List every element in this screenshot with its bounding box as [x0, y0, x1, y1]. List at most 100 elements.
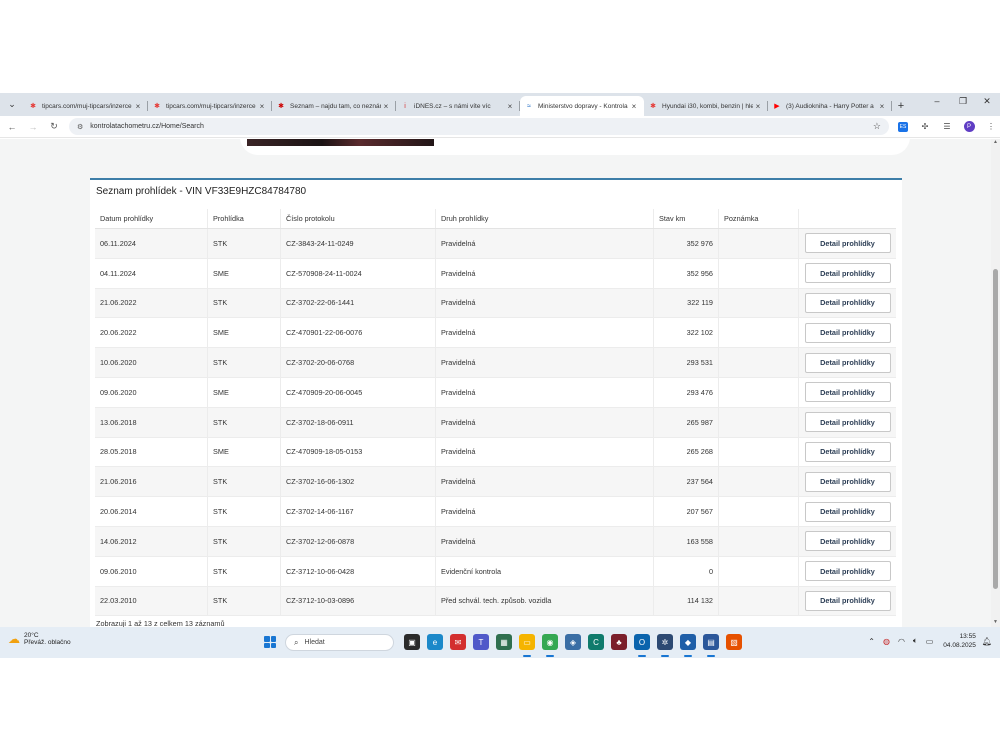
app-9-icon[interactable]: C	[588, 634, 604, 650]
minimize-icon[interactable]: –	[930, 96, 944, 106]
note	[719, 258, 799, 288]
table-row: 21.06.2022 STK CZ-3702-22-06-1441 Pravideln…	[95, 288, 896, 319]
explorer-app-icon[interactable]: ▭	[519, 634, 535, 650]
browser-tab[interactable]: ✱ tipcars.com/muj-tipcars/inzerce ×	[24, 96, 148, 116]
site-info-icon[interactable]: ⚙	[77, 123, 83, 131]
scroll-up-icon[interactable]: ▲	[991, 139, 1000, 147]
detail-cell: Detail prohlídky	[799, 229, 896, 258]
outlook-app-icon[interactable]: O	[634, 634, 650, 650]
browser-tab[interactable]: ✱ Seznam – najdu tam, co neznám ×	[272, 96, 396, 116]
detail-cell: Detail prohlídky	[799, 467, 896, 496]
close-window-icon[interactable]: ✕	[980, 96, 994, 107]
app-12-icon[interactable]: ✲	[657, 634, 673, 650]
odometer-km: 322 102	[654, 318, 719, 348]
detail-cell: Detail prohlídky	[799, 289, 896, 318]
column-header[interactable]: Stav km	[654, 209, 719, 228]
column-header[interactable]: Datum prohlídky	[95, 209, 208, 228]
detail-inspection-button[interactable]: Detail prohlídky	[804, 501, 891, 522]
detail-inspection-button[interactable]: Detail prohlídky	[804, 531, 891, 552]
inspection-date: 20.06.2022	[95, 318, 208, 348]
browser-menu-icon[interactable]: ⋮	[983, 119, 999, 135]
app-10-icon[interactable]: ♣	[611, 634, 627, 650]
detail-inspection-button[interactable]: Detail prohlídky	[804, 263, 891, 284]
tabs-container: ✱ tipcars.com/muj-tipcars/inzerce × ✱ tipcar…	[24, 96, 892, 116]
app-13-icon[interactable]: ◆	[680, 634, 696, 650]
browser-tab[interactable]: ✱ tipcars.com/muj-tipcars/inzerce ×	[148, 96, 272, 116]
bookmark-star-icon[interactable]: ☆	[873, 121, 881, 132]
detail-inspection-button[interactable]: Detail prohlídky	[804, 471, 891, 492]
column-header[interactable]: Poznámka	[719, 209, 799, 228]
browser-tab[interactable]: ▶ (3) Audiokniha - Harry Potter a ×	[768, 96, 892, 116]
inspection-kind: Pravidelná	[436, 407, 654, 437]
speaker-icon[interactable]: 🔈︎	[913, 636, 918, 646]
restore-icon[interactable]: ❐	[956, 96, 970, 107]
table-row: 28.05.2018 SME CZ-470909-18-05-0153 Pravide…	[95, 437, 896, 468]
detail-inspection-button[interactable]: Detail prohlídky	[804, 233, 891, 254]
protocol-number: CZ-470901-22-06-0076	[281, 318, 436, 348]
teams-app-icon[interactable]: T	[473, 634, 489, 650]
browser-tab[interactable]: i iDNES.cz – s námi víte víc ×	[396, 96, 520, 116]
detail-inspection-button[interactable]: Detail prohlídky	[804, 590, 891, 611]
protocol-number: CZ-3702-14-06-1167	[281, 497, 436, 526]
table-body: 06.11.2024 STK CZ-3843-24-11-0249 Pravideln…	[95, 229, 896, 617]
clock[interactable]: 13:55 04.08.2025	[943, 632, 976, 650]
column-header[interactable]: Druh prohlídky	[436, 209, 654, 228]
scroll-down-icon[interactable]: ▼	[991, 619, 1000, 627]
scrollbar-thumb[interactable]	[993, 269, 998, 589]
profile-button[interactable]: P	[961, 119, 977, 135]
column-header[interactable]	[799, 209, 896, 228]
new-tab-button[interactable]: +	[892, 96, 910, 116]
tab-search-icon[interactable]: ⌄	[2, 94, 22, 114]
note	[719, 377, 799, 407]
chrome-app-icon[interactable]: ◉	[542, 634, 558, 650]
weather-widget[interactable]: ☁ 20°C Převáž. oblačno	[8, 632, 71, 646]
table-row: 10.06.2020 STK CZ-3702-20-06-0768 Pravideln…	[95, 348, 896, 378]
app-8-icon[interactable]: ◈	[565, 634, 581, 650]
page-scrollbar[interactable]: ▲ ▼	[991, 139, 1000, 627]
table-row: 09.06.2020 SME CZ-470909-20-06-0045 Pravide…	[95, 377, 896, 408]
detail-inspection-button[interactable]: Detail prohlídky	[804, 292, 891, 313]
detail-inspection-button[interactable]: Detail prohlídky	[804, 352, 891, 373]
chevron-up-icon[interactable]: ⌃	[868, 637, 875, 646]
red-app-icon[interactable]: ✉	[450, 634, 466, 650]
security-icon[interactable]: ◍	[883, 637, 890, 646]
detail-cell: Detail prohlídky	[799, 557, 896, 586]
edge-app-icon[interactable]: e	[427, 634, 443, 650]
tab-close-icon[interactable]: ×	[133, 102, 143, 111]
tab-close-icon[interactable]: ×	[629, 102, 639, 111]
tab-close-icon[interactable]: ×	[753, 102, 763, 111]
tab-close-icon[interactable]: ×	[877, 102, 887, 111]
table-header-row: Datum prohlídky Prohlídka Číslo protokolu D…	[95, 209, 896, 229]
store-app-icon[interactable]: ▦	[496, 634, 512, 650]
address-bar[interactable]: ⚙ kontrolatachometru.cz/Home/Search ☆	[69, 118, 889, 135]
extensions-puzzle-icon[interactable]: ✣	[917, 119, 933, 135]
taskbar-search[interactable]: ⌕ Hledat	[285, 634, 394, 651]
column-header[interactable]: Číslo protokolu	[281, 209, 436, 228]
reload-icon[interactable]: ↻	[45, 118, 63, 136]
table-row: 06.11.2024 STK CZ-3843-24-11-0249 Pravideln…	[95, 229, 896, 259]
detail-inspection-button[interactable]: Detail prohlídky	[804, 412, 891, 433]
odometer-km: 352 976	[654, 229, 719, 258]
start-button-windows-icon[interactable]	[264, 636, 276, 648]
notification-bell-icon[interactable]: 🔔︎	[982, 637, 992, 646]
tab-close-icon[interactable]: ×	[257, 102, 267, 111]
battery-icon[interactable]: ▭	[926, 637, 934, 646]
forward-icon[interactable]: →	[24, 118, 42, 136]
detail-inspection-button[interactable]: Detail prohlídky	[804, 561, 891, 582]
app-14-icon[interactable]: ▤	[703, 634, 719, 650]
tab-close-icon[interactable]: ×	[381, 102, 391, 111]
reading-list-icon[interactable]: ☰	[939, 119, 955, 135]
tab-close-icon[interactable]: ×	[505, 102, 515, 111]
wifi-icon[interactable]: ◠	[898, 637, 905, 646]
extension-button[interactable]: ES	[895, 119, 911, 135]
browser-tab[interactable]: ≈ Ministerstvo dopravy - Kontrola ×	[520, 96, 644, 116]
detail-inspection-button[interactable]: Detail prohlídky	[804, 322, 891, 343]
column-header[interactable]: Prohlídka	[208, 209, 281, 228]
back-icon[interactable]: ←	[3, 118, 21, 136]
taskview-app-icon[interactable]: ▣	[404, 634, 420, 650]
browser-tab[interactable]: ✱ Hyundai i30, kombi, benzin | hledat ×	[644, 96, 768, 116]
detail-inspection-button[interactable]: Detail prohlídky	[804, 382, 891, 403]
app-15-icon[interactable]: ▧	[726, 634, 742, 650]
detail-inspection-button[interactable]: Detail prohlídky	[804, 441, 891, 462]
detail-cell: Detail prohlídky	[799, 438, 896, 467]
